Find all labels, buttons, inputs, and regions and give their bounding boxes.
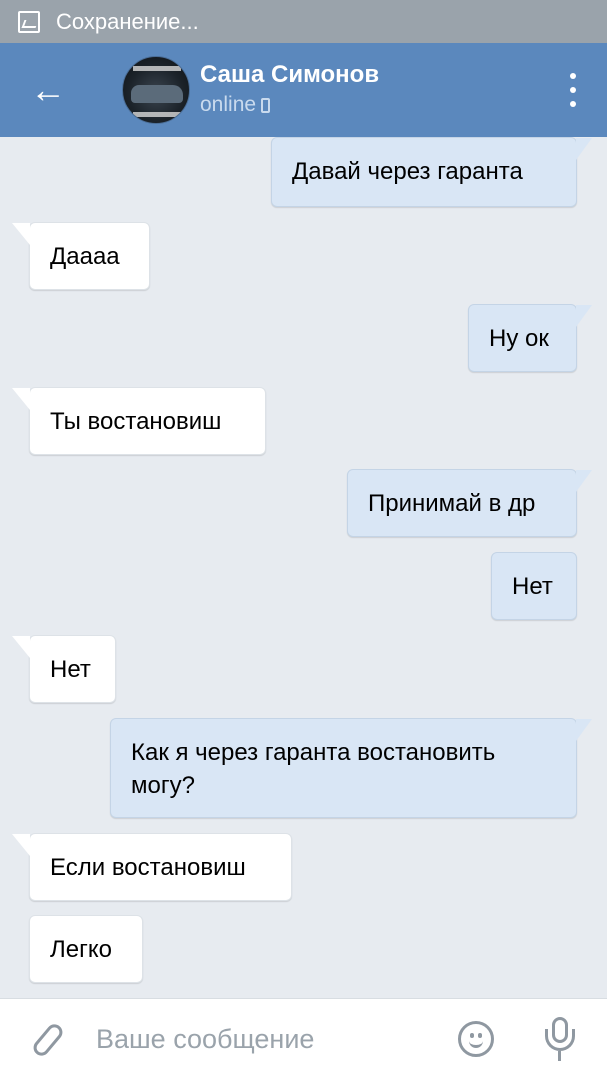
message-outgoing[interactable]: Принимай в др	[347, 469, 592, 537]
contact-status-text: online	[200, 93, 257, 116]
message-text: Если востановиш	[50, 854, 246, 881]
message-input[interactable]	[96, 1019, 416, 1059]
status-bar: Сохранение...	[0, 0, 607, 43]
chat-header: ← Саша Симонов online	[0, 43, 607, 137]
contact-name: Саша Симонов	[200, 61, 380, 88]
paperclip-icon[interactable]	[0, 999, 96, 1080]
message-outgoing[interactable]: Ну ок	[468, 304, 592, 372]
message-text: Давай через гаранта	[292, 158, 523, 185]
avatar[interactable]	[122, 56, 190, 124]
message-incoming[interactable]: Ты востановиш	[12, 387, 266, 455]
message-text: Нет	[50, 656, 91, 683]
message-text: Даааа	[50, 243, 120, 270]
contact-info[interactable]: Саша Симонов online	[200, 60, 379, 120]
message-text: Нет	[512, 573, 553, 600]
message-outgoing[interactable]: Нет	[491, 552, 577, 620]
contact-status: online	[200, 90, 379, 120]
composer-bar	[0, 998, 607, 1080]
more-vertical-icon[interactable]	[565, 73, 581, 107]
message-text: Ты востановиш	[50, 408, 222, 435]
back-button[interactable]: ←	[0, 43, 96, 137]
message-outgoing[interactable]: Как я через гаранта востановить могу?	[110, 718, 592, 818]
message-text: Принимай в др	[368, 490, 536, 517]
message-text: Как я через гаранта востановить могу?	[131, 739, 496, 799]
message-incoming[interactable]: Нет	[12, 635, 116, 703]
message-text: Ну ок	[489, 325, 549, 352]
message-incoming[interactable]: Если востановиш	[12, 833, 292, 901]
message-outgoing[interactable]: Давай через гаранта	[271, 137, 592, 207]
message-incoming[interactable]: Легко	[29, 915, 143, 983]
emoji-icon[interactable]	[458, 1021, 494, 1057]
back-arrow-icon: ←	[30, 69, 66, 110]
image-icon	[18, 10, 40, 33]
phone-icon	[261, 97, 271, 113]
message-incoming[interactable]: Даааа	[12, 222, 150, 290]
microphone-icon[interactable]	[542, 1017, 578, 1063]
message-text: Легко	[50, 936, 112, 963]
status-text: Сохранение...	[56, 8, 199, 34]
